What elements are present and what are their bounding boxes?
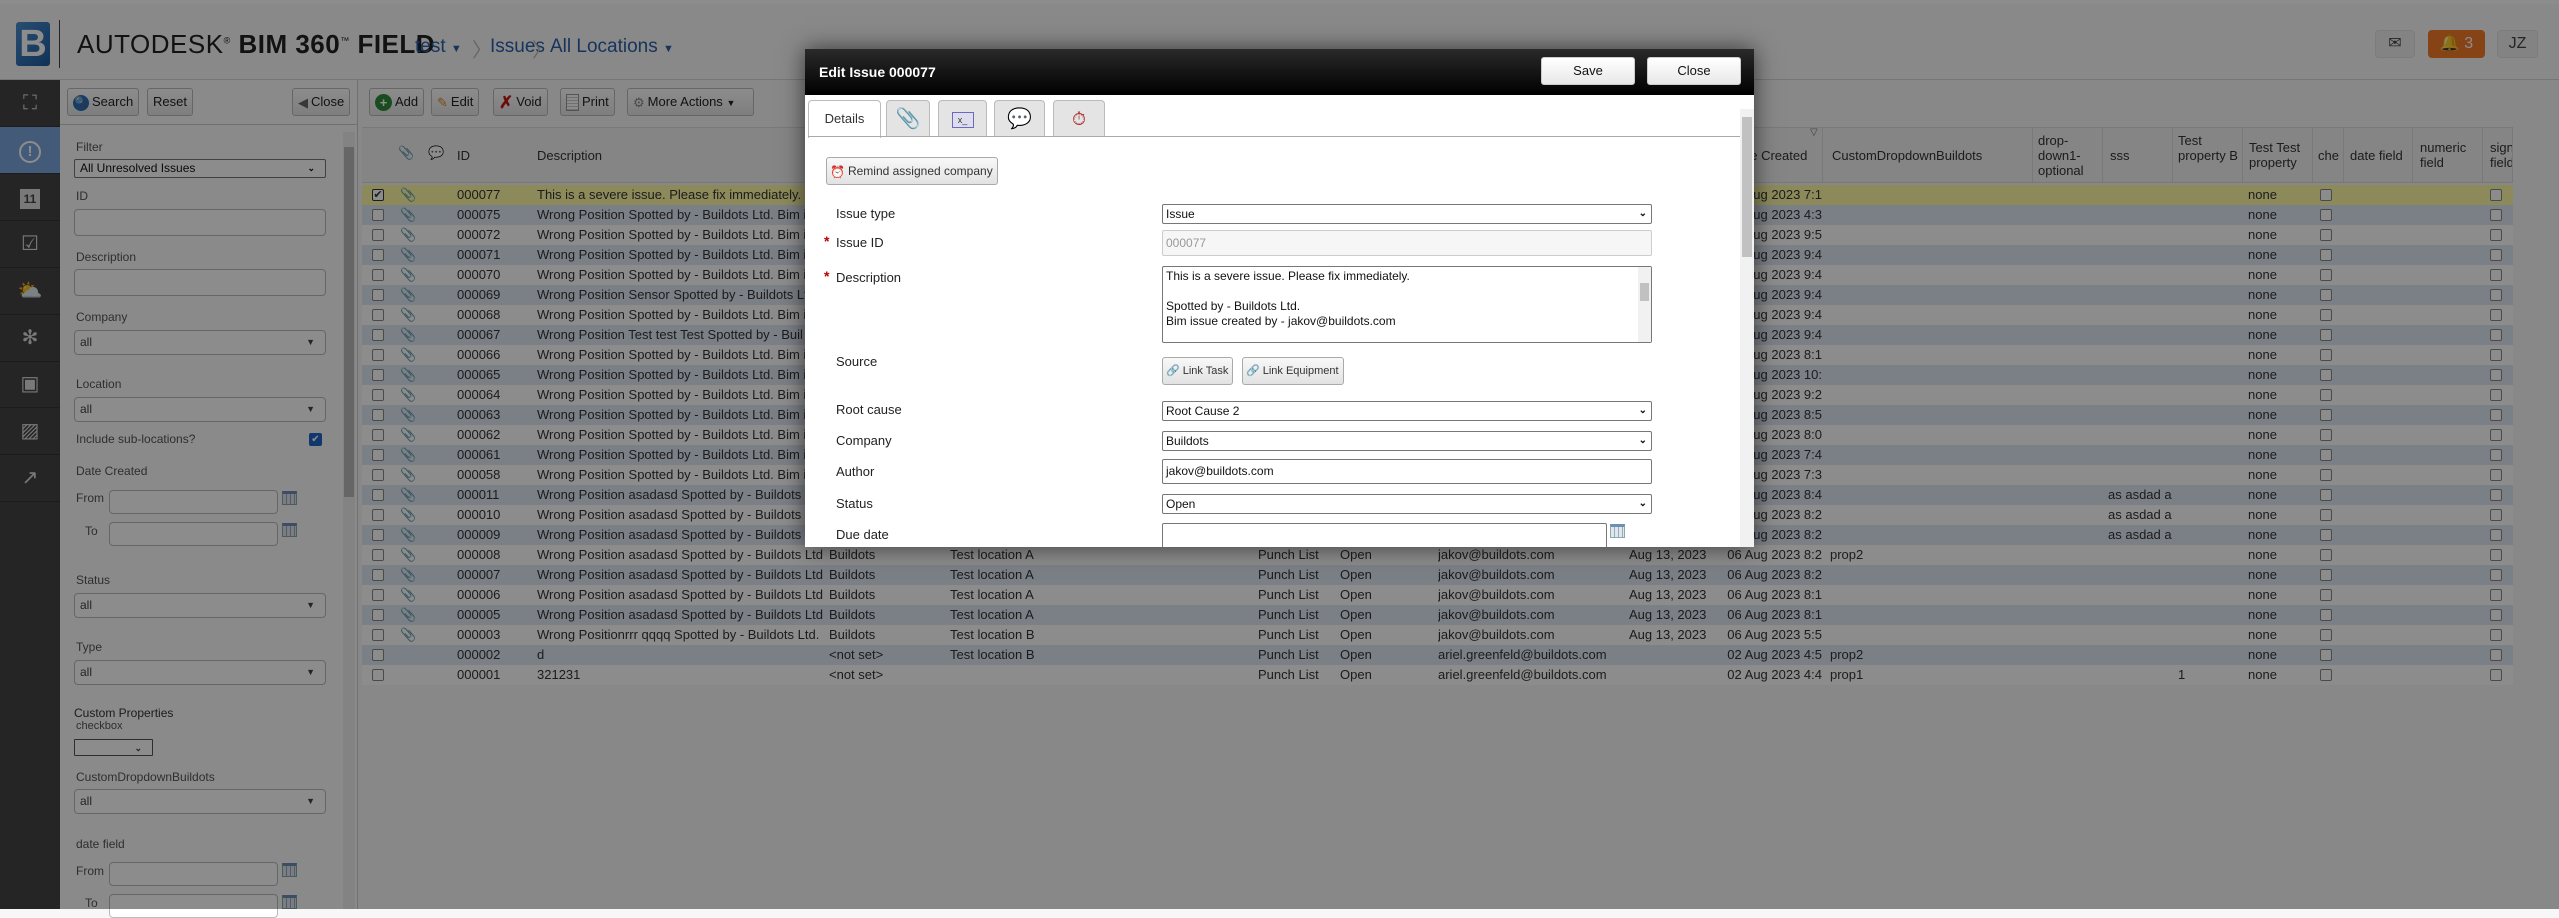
due-date-label: Due date [836,527,889,542]
status-select[interactable]: Open ⌄ [1162,494,1652,514]
close-button[interactable]: Close [1647,57,1741,85]
link-icon: 🔗 [1166,365,1180,378]
issue-type-select[interactable]: Issue ⌄ [1162,204,1652,224]
link-icon: 🔗 [1246,365,1260,378]
chevron-down-icon: ⌄ [1638,405,1647,416]
author-input[interactable]: jakov@buildots.com [1162,459,1652,484]
issue-id-label: Issue ID [836,235,884,250]
description-textarea[interactable]: This is a severe issue. Please fix immed… [1162,266,1652,343]
chevron-down-icon: ⌄ [1638,208,1647,219]
tab-custom-fields[interactable]: x_ [938,100,987,137]
dialog-titlebar: Edit Issue 000077 Save Close [805,49,1754,95]
comment-bubble-icon: 💬 [1007,108,1032,130]
root-cause-value: Root Cause 2 [1166,404,1240,418]
edit-issue-dialog: Edit Issue 000077 Save Close Details 📎 x… [805,49,1754,547]
description-line: This is a severe issue. Please fix immed… [1166,269,1410,283]
chevron-down-icon: ⌄ [1638,498,1647,509]
tab-comments[interactable]: 💬 [994,100,1045,137]
required-asterisk: * [824,233,830,249]
source-label: Source [836,354,878,369]
tab-divider [808,136,1740,137]
description-label: Description [836,270,902,285]
chevron-down-icon: ⌄ [1638,435,1647,446]
root-cause-select[interactable]: Root Cause 2 ⌄ [1162,401,1652,421]
dialog-scroll-thumb[interactable] [1742,117,1752,257]
description-line: Spotted by - Buildots Ltd. [1166,299,1301,313]
root-cause-label: Root cause [836,402,902,417]
textarea-scrollbar[interactable] [1638,267,1651,342]
description-line: Bim issue created by - jakov@buildots.co… [1166,314,1396,328]
dialog-title: Edit Issue 000077 [819,64,936,80]
link-task-label: Link Task [1182,365,1229,377]
link-equipment-button[interactable]: 🔗 Link Equipment [1242,357,1344,385]
issue-id-input: 000077 [1162,230,1652,256]
status-value: Open [1166,497,1196,511]
alarm-clock-icon: ⏰ [830,164,845,179]
issue-type-label: Issue type [836,206,896,221]
paperclip-icon: 📎 [895,108,921,130]
tab-history[interactable]: ⏱ [1053,100,1105,137]
stopwatch-icon: ⏱ [1071,109,1087,129]
company-select[interactable]: Buildots ⌄ [1162,431,1652,451]
link-equipment-label: Link Equipment [1262,365,1339,377]
company-value: Buildots [1166,434,1209,448]
author-label: Author [836,464,875,479]
remind-company-button[interactable]: ⏰ Remind assigned company [826,157,998,185]
due-date-input[interactable] [1162,523,1607,547]
link-task-button[interactable]: 🔗 Link Task [1162,357,1234,385]
company-label: Company [836,433,892,448]
status-label: Status [836,496,873,511]
required-asterisk: * [824,268,830,284]
remind-company-label: Remind assigned company [847,164,993,178]
calendar-icon[interactable] [1610,524,1625,538]
issue-type-value: Issue [1166,207,1195,221]
save-button[interactable]: Save [1541,57,1635,85]
tab-attachments[interactable]: 📎 [886,100,930,137]
form-field-icon: x_ [951,111,974,128]
tab-details[interactable]: Details [808,100,881,138]
